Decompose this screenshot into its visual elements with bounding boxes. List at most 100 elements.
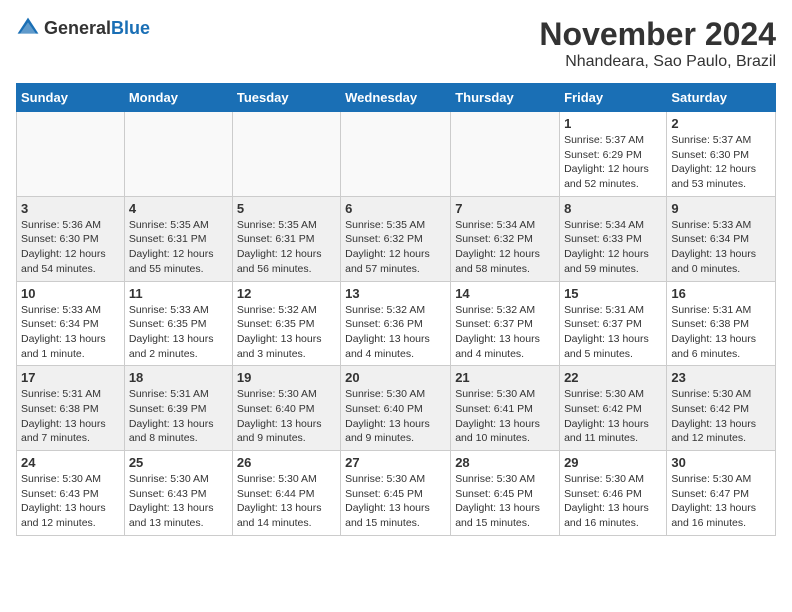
day-header-friday: Friday xyxy=(560,84,667,112)
day-info: Sunrise: 5:30 AM Sunset: 6:45 PM Dayligh… xyxy=(455,472,555,531)
day-number: 11 xyxy=(129,286,228,301)
month-title: November 2024 xyxy=(539,16,776,53)
day-number: 30 xyxy=(671,455,771,470)
calendar-cell: 16 Sunrise: 5:31 AM Sunset: 6:38 PM Dayli… xyxy=(667,281,776,366)
day-info: Sunrise: 5:30 AM Sunset: 6:42 PM Dayligh… xyxy=(564,387,662,446)
calendar-cell: 10 Sunrise: 5:33 AM Sunset: 6:34 PM Dayli… xyxy=(17,281,125,366)
calendar-cell xyxy=(17,112,125,197)
logo-general: General xyxy=(44,18,111,38)
day-info: Sunrise: 5:37 AM Sunset: 6:29 PM Dayligh… xyxy=(564,133,662,192)
day-number: 17 xyxy=(21,370,120,385)
calendar-cell: 19 Sunrise: 5:30 AM Sunset: 6:40 PM Dayli… xyxy=(232,366,340,451)
calendar-cell xyxy=(451,112,560,197)
calendar-cell xyxy=(124,112,232,197)
day-info: Sunrise: 5:30 AM Sunset: 6:47 PM Dayligh… xyxy=(671,472,771,531)
day-number: 15 xyxy=(564,286,662,301)
day-header-tuesday: Tuesday xyxy=(232,84,340,112)
day-info: Sunrise: 5:30 AM Sunset: 6:40 PM Dayligh… xyxy=(237,387,336,446)
day-info: Sunrise: 5:30 AM Sunset: 6:45 PM Dayligh… xyxy=(345,472,446,531)
day-number: 20 xyxy=(345,370,446,385)
day-number: 12 xyxy=(237,286,336,301)
day-number: 18 xyxy=(129,370,228,385)
calendar-cell: 24 Sunrise: 5:30 AM Sunset: 6:43 PM Dayli… xyxy=(17,451,125,536)
day-info: Sunrise: 5:32 AM Sunset: 6:36 PM Dayligh… xyxy=(345,303,446,362)
day-number: 19 xyxy=(237,370,336,385)
day-info: Sunrise: 5:32 AM Sunset: 6:37 PM Dayligh… xyxy=(455,303,555,362)
day-info: Sunrise: 5:31 AM Sunset: 6:37 PM Dayligh… xyxy=(564,303,662,362)
calendar-cell: 23Sunrise: 5:30 AM Sunset: 6:42 PM Dayli… xyxy=(667,366,776,451)
day-header-saturday: Saturday xyxy=(667,84,776,112)
calendar: SundayMondayTuesdayWednesdayThursdayFrid… xyxy=(16,83,776,536)
day-number: 27 xyxy=(345,455,446,470)
location-title: Nhandeara, Sao Paulo, Brazil xyxy=(539,53,776,71)
calendar-week-row: 3 Sunrise: 5:36 AM Sunset: 6:30 PM Daylig… xyxy=(17,196,776,281)
day-info: Sunrise: 5:31 AM Sunset: 6:38 PM Dayligh… xyxy=(21,387,120,446)
day-info: Sunrise: 5:34 AM Sunset: 6:33 PM Dayligh… xyxy=(564,218,662,277)
day-info: Sunrise: 5:30 AM Sunset: 6:46 PM Dayligh… xyxy=(564,472,662,531)
calendar-cell xyxy=(341,112,451,197)
day-number: 7 xyxy=(455,201,555,216)
day-number: 25 xyxy=(129,455,228,470)
day-number: 26 xyxy=(237,455,336,470)
day-info: Sunrise: 5:35 AM Sunset: 6:31 PM Dayligh… xyxy=(237,218,336,277)
day-info: Sunrise: 5:31 AM Sunset: 6:38 PM Dayligh… xyxy=(671,303,771,362)
header: GeneralBlue November 2024 Nhandeara, Sao… xyxy=(16,16,776,71)
day-number: 13 xyxy=(345,286,446,301)
day-info: Sunrise: 5:33 AM Sunset: 6:34 PM Dayligh… xyxy=(21,303,120,362)
calendar-cell: 28 Sunrise: 5:30 AM Sunset: 6:45 PM Dayli… xyxy=(451,451,560,536)
day-number: 10 xyxy=(21,286,120,301)
calendar-header-row: SundayMondayTuesdayWednesdayThursdayFrid… xyxy=(17,84,776,112)
day-number: 29 xyxy=(564,455,662,470)
calendar-cell: 4Sunrise: 5:35 AM Sunset: 6:31 PM Daylig… xyxy=(124,196,232,281)
calendar-cell: 7 Sunrise: 5:34 AM Sunset: 6:32 PM Daylig… xyxy=(451,196,560,281)
day-header-wednesday: Wednesday xyxy=(341,84,451,112)
calendar-week-row: 24 Sunrise: 5:30 AM Sunset: 6:43 PM Dayli… xyxy=(17,451,776,536)
calendar-cell: 14 Sunrise: 5:32 AM Sunset: 6:37 PM Dayli… xyxy=(451,281,560,366)
calendar-cell: 29 Sunrise: 5:30 AM Sunset: 6:46 PM Dayli… xyxy=(560,451,667,536)
day-number: 6 xyxy=(345,201,446,216)
calendar-cell: 21Sunrise: 5:30 AM Sunset: 6:41 PM Dayli… xyxy=(451,366,560,451)
day-number: 24 xyxy=(21,455,120,470)
day-number: 8 xyxy=(564,201,662,216)
day-number: 3 xyxy=(21,201,120,216)
calendar-cell: 25 Sunrise: 5:30 AM Sunset: 6:43 PM Dayli… xyxy=(124,451,232,536)
day-number: 1 xyxy=(564,116,662,131)
calendar-cell: 26 Sunrise: 5:30 AM Sunset: 6:44 PM Dayli… xyxy=(232,451,340,536)
calendar-cell: 15 Sunrise: 5:31 AM Sunset: 6:37 PM Dayli… xyxy=(560,281,667,366)
calendar-cell: 12 Sunrise: 5:32 AM Sunset: 6:35 PM Dayli… xyxy=(232,281,340,366)
day-info: Sunrise: 5:30 AM Sunset: 6:44 PM Dayligh… xyxy=(237,472,336,531)
day-info: Sunrise: 5:35 AM Sunset: 6:31 PM Dayligh… xyxy=(129,218,228,277)
day-info: Sunrise: 5:34 AM Sunset: 6:32 PM Dayligh… xyxy=(455,218,555,277)
day-info: Sunrise: 5:32 AM Sunset: 6:35 PM Dayligh… xyxy=(237,303,336,362)
calendar-cell: 30 Sunrise: 5:30 AM Sunset: 6:47 PM Dayli… xyxy=(667,451,776,536)
calendar-cell: 8 Sunrise: 5:34 AM Sunset: 6:33 PM Daylig… xyxy=(560,196,667,281)
day-number: 22 xyxy=(564,370,662,385)
calendar-cell: 18Sunrise: 5:31 AM Sunset: 6:39 PM Dayli… xyxy=(124,366,232,451)
day-number: 28 xyxy=(455,455,555,470)
day-info: Sunrise: 5:30 AM Sunset: 6:42 PM Dayligh… xyxy=(671,387,771,446)
calendar-cell xyxy=(232,112,340,197)
calendar-cell: 17 Sunrise: 5:31 AM Sunset: 6:38 PM Dayli… xyxy=(17,366,125,451)
day-info: Sunrise: 5:33 AM Sunset: 6:35 PM Dayligh… xyxy=(129,303,228,362)
day-info: Sunrise: 5:35 AM Sunset: 6:32 PM Dayligh… xyxy=(345,218,446,277)
day-info: Sunrise: 5:30 AM Sunset: 6:43 PM Dayligh… xyxy=(21,472,120,531)
calendar-cell: 6 Sunrise: 5:35 AM Sunset: 6:32 PM Daylig… xyxy=(341,196,451,281)
calendar-cell: 1 Sunrise: 5:37 AM Sunset: 6:29 PM Daylig… xyxy=(560,112,667,197)
day-number: 14 xyxy=(455,286,555,301)
calendar-cell: 13 Sunrise: 5:32 AM Sunset: 6:36 PM Dayli… xyxy=(341,281,451,366)
calendar-week-row: 10 Sunrise: 5:33 AM Sunset: 6:34 PM Dayli… xyxy=(17,281,776,366)
day-number: 2 xyxy=(671,116,771,131)
calendar-cell: 27 Sunrise: 5:30 AM Sunset: 6:45 PM Dayli… xyxy=(341,451,451,536)
title-block: November 2024 Nhandeara, Sao Paulo, Braz… xyxy=(539,16,776,71)
logo: GeneralBlue xyxy=(16,16,150,40)
day-info: Sunrise: 5:30 AM Sunset: 6:43 PM Dayligh… xyxy=(129,472,228,531)
day-number: 16 xyxy=(671,286,771,301)
day-info: Sunrise: 5:37 AM Sunset: 6:30 PM Dayligh… xyxy=(671,133,771,192)
day-header-sunday: Sunday xyxy=(17,84,125,112)
day-info: Sunrise: 5:30 AM Sunset: 6:41 PM Dayligh… xyxy=(455,387,555,446)
calendar-cell: 22 Sunrise: 5:30 AM Sunset: 6:42 PM Dayli… xyxy=(560,366,667,451)
calendar-week-row: 1 Sunrise: 5:37 AM Sunset: 6:29 PM Daylig… xyxy=(17,112,776,197)
day-info: Sunrise: 5:36 AM Sunset: 6:30 PM Dayligh… xyxy=(21,218,120,277)
day-number: 5 xyxy=(237,201,336,216)
calendar-cell: 3 Sunrise: 5:36 AM Sunset: 6:30 PM Daylig… xyxy=(17,196,125,281)
